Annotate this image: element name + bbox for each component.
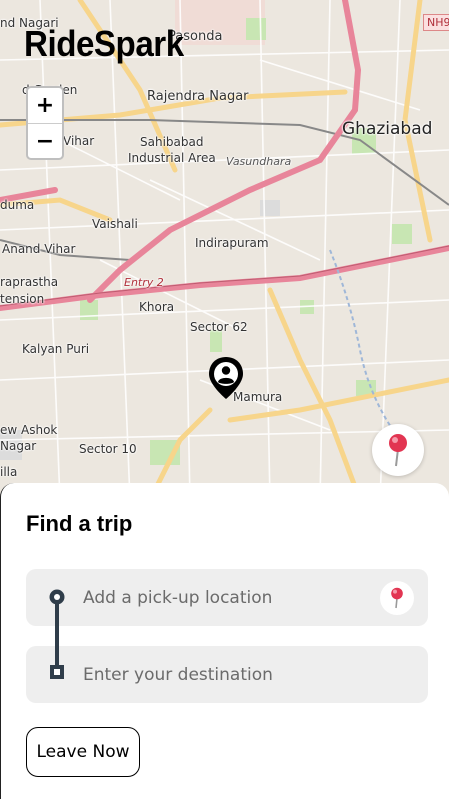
locate-me-button[interactable] (372, 424, 424, 476)
map-label: Kalyan Puri (22, 342, 90, 356)
destination-field[interactable] (26, 646, 428, 703)
highway-shield: NH9 (423, 14, 449, 31)
map-label: Khora (139, 300, 175, 314)
route-connector-icon (49, 589, 65, 679)
map-label: ew Ashok (0, 423, 58, 437)
pickup-pin-button[interactable] (380, 581, 414, 615)
map-label: illa (0, 465, 18, 479)
map-label: duma (0, 198, 35, 212)
map-label: Sahibabad (140, 135, 204, 149)
map-label: Sector 62 (190, 320, 248, 334)
pickup-field[interactable] (26, 569, 428, 626)
pickup-input[interactable] (83, 569, 373, 626)
user-location-pin-icon[interactable] (206, 355, 246, 401)
map-label: Vihar (63, 134, 95, 148)
trip-panel: Find a trip Leave Now (0, 483, 449, 799)
app-brand-logo: RideSpark (24, 23, 184, 64)
map-view[interactable]: nd Nagari Pasonda d Garden Rajendra Naga… (0, 0, 449, 500)
red-pushpin-icon (389, 434, 407, 467)
map-label: Entry 2 (124, 276, 164, 289)
map-label: Indirapuram (195, 236, 269, 250)
map-label: Nagar (0, 439, 37, 453)
zoom-in-button[interactable]: + (28, 88, 62, 123)
map-label: raprastha (0, 275, 59, 289)
map-label-city: Ghaziabad (342, 119, 433, 139)
zoom-control: + − (26, 86, 64, 160)
map-label: Rajendra Nagar (147, 89, 249, 104)
map-label: Vaishali (92, 217, 138, 231)
panel-title: Find a trip (26, 511, 133, 536)
red-pushpin-icon (391, 587, 403, 609)
leave-now-button[interactable]: Leave Now (26, 727, 140, 777)
zoom-out-button[interactable]: − (28, 123, 62, 158)
map-label: Anand Vihar (2, 242, 76, 256)
destination-input[interactable] (83, 646, 373, 703)
map-label: Industrial Area (128, 151, 216, 165)
map-label: tension (0, 292, 45, 306)
map-label: Sector 10 (79, 442, 137, 456)
map-label: Vasundhara (226, 155, 292, 168)
